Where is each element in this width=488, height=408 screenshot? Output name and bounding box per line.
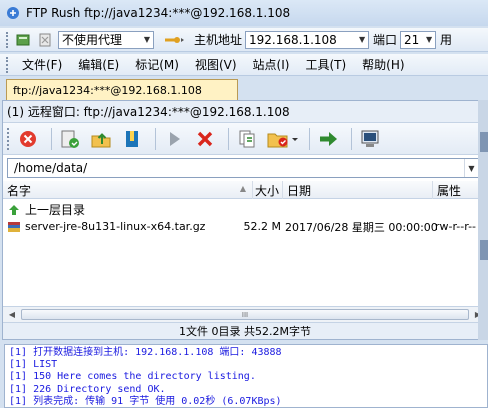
scrollbar-grip: III — [241, 310, 249, 319]
menu-help[interactable]: 帮助(H) — [354, 56, 412, 73]
remote-panel: (1) 远程窗口: ftp://java1234:***@192.168.1.1… — [2, 100, 488, 340]
tab-remote-connection[interactable]: ftp://java1234:***@192.168.1.108 — [6, 79, 238, 100]
proxy-select[interactable]: 不使用代理 ▼ — [58, 30, 154, 49]
menu-site[interactable]: 站点(I) — [245, 56, 298, 73]
remote-toolbar — [3, 123, 487, 155]
column-size-label: 大小 — [254, 183, 279, 198]
column-size[interactable]: 大小 — [253, 181, 283, 199]
parent-dir-label: 上一层目录 — [25, 203, 86, 217]
chevron-down-icon[interactable]: ▼ — [423, 32, 435, 48]
port-label: 端口 — [373, 33, 398, 47]
close-icon[interactable] — [15, 126, 41, 152]
menubar-grip[interactable] — [6, 56, 10, 73]
column-name-label: 名字 — [7, 183, 32, 198]
user-label: 用 — [440, 33, 453, 47]
tab-bar: ftp://java1234:***@192.168.1.108 — [0, 78, 488, 100]
log-panel: [1] 打开数据连接到主机: 192.168.1.108 端口: 43888 [… — [4, 344, 488, 408]
side-panel-tab[interactable] — [480, 132, 488, 152]
bookmark-icon[interactable] — [119, 126, 145, 152]
proxy-icon[interactable] — [162, 31, 186, 49]
column-attributes-label: 属性 — [437, 183, 462, 198]
menu-bar: 文件(F) 编辑(E) 标记(M) 视图(V) 站点(I) 工具(T) 帮助(H… — [0, 54, 488, 76]
host-label: 主机地址 — [194, 33, 243, 47]
title-bar: FTP Rush ftp://java1234:***@192.168.1.10… — [0, 0, 488, 26]
ftp-rush-app-icon — [6, 6, 20, 20]
file-archive-icon — [7, 218, 21, 235]
toolbar-separator — [228, 127, 229, 150]
file-list-header: 名字 ▲ 大小 日期 属性 — [3, 181, 487, 199]
copy-icon[interactable] — [234, 126, 260, 152]
file-list-status: 1文件 0目录 共52.2M字节 — [3, 322, 487, 339]
connect-icon[interactable] — [14, 31, 32, 49]
chevron-down-icon[interactable]: ▼ — [464, 159, 478, 177]
log-line: [1] 列表完成: 传输 91 字节 使用 0.02秒 (6.07KBps) — [9, 395, 282, 407]
transfer-icon[interactable] — [315, 126, 341, 152]
column-date-label: 日期 — [287, 183, 312, 198]
menu-file[interactable]: 文件(F) — [14, 56, 70, 73]
log-line: [1] LIST — [9, 359, 58, 371]
chevron-down-icon[interactable]: ▼ — [141, 32, 153, 48]
sort-ascending-icon: ▲ — [239, 184, 246, 193]
log-line: [1] 打开数据连接到主机: 192.168.1.108 端口: 43888 — [9, 347, 282, 358]
tab-label: ftp://java1234:***@192.168.1.108 — [13, 83, 202, 97]
file-date: 2017/06/28 星期三 00:00:00 — [285, 220, 438, 234]
terminal-icon[interactable] — [357, 126, 383, 152]
port-input-value: 21 — [404, 32, 420, 47]
side-panel-tab[interactable] — [480, 240, 488, 260]
window-title: FTP Rush ftp://java1234:***@192.168.1.10… — [26, 6, 291, 20]
chevron-down-icon[interactable]: ▼ — [356, 32, 368, 48]
toolbar-separator — [351, 127, 352, 150]
remote-toolbar-grip[interactable] — [7, 127, 11, 150]
host-input-value: 192.168.1.108 — [249, 32, 337, 47]
menu-edit[interactable]: 编辑(E) — [70, 56, 127, 73]
side-panel-strip[interactable] — [478, 100, 488, 340]
log-line: [1] 226 Directory send OK. — [9, 383, 166, 395]
upload-icon[interactable] — [88, 126, 114, 152]
column-date[interactable]: 日期 — [283, 181, 433, 199]
connection-toolbar: 不使用代理 ▼ 主机地址 192.168.1.108 ▼ 端口 21 ▼ 用 — [0, 28, 488, 52]
scrollbar-thumb[interactable]: III — [21, 309, 469, 320]
horizontal-scrollbar[interactable]: ◀ III ▶ — [3, 306, 487, 322]
disconnect-icon[interactable] — [36, 31, 54, 49]
remote-path-value: /home/data/ — [14, 161, 88, 175]
toolbar-grip[interactable] — [6, 31, 10, 48]
scroll-left-icon[interactable]: ◀ — [4, 307, 20, 322]
log-line: [1] 150 Here comes the directory listing… — [9, 371, 256, 383]
file-name: server-jre-8u131-linux-x64.tar.gz — [25, 220, 206, 233]
remote-path-input[interactable]: /home/data/ ▼ — [7, 158, 479, 178]
stop-icon[interactable] — [192, 126, 218, 152]
up-folder-icon — [7, 201, 21, 218]
port-input[interactable]: 21 ▼ — [400, 30, 437, 49]
table-row[interactable]: server-jre-8u131-linux-x64.tar.gz 52.2 M… — [3, 218, 487, 235]
menu-mark[interactable]: 标记(M) — [127, 56, 187, 73]
list-item-parent-dir[interactable]: 上一层目录 — [3, 201, 487, 218]
toolbar-separator — [155, 127, 156, 150]
folder-settings-icon[interactable] — [265, 126, 299, 152]
menu-tools[interactable]: 工具(T) — [297, 56, 354, 73]
toolbar-separator — [309, 127, 310, 150]
file-attributes: rw-r--r-- — [435, 220, 477, 233]
refresh-icon[interactable] — [57, 126, 83, 152]
proxy-select-value: 不使用代理 — [62, 33, 123, 47]
play-icon[interactable] — [161, 126, 187, 152]
file-size: 52.2 M — [243, 220, 281, 233]
column-name[interactable]: 名字 ▲ — [3, 181, 253, 199]
host-input[interactable]: 192.168.1.108 ▼ — [245, 30, 370, 49]
menu-view[interactable]: 视图(V) — [187, 56, 245, 73]
toolbar-separator — [51, 127, 52, 150]
remote-panel-header: (1) 远程窗口: ftp://java1234:***@192.168.1.1… — [3, 101, 487, 123]
